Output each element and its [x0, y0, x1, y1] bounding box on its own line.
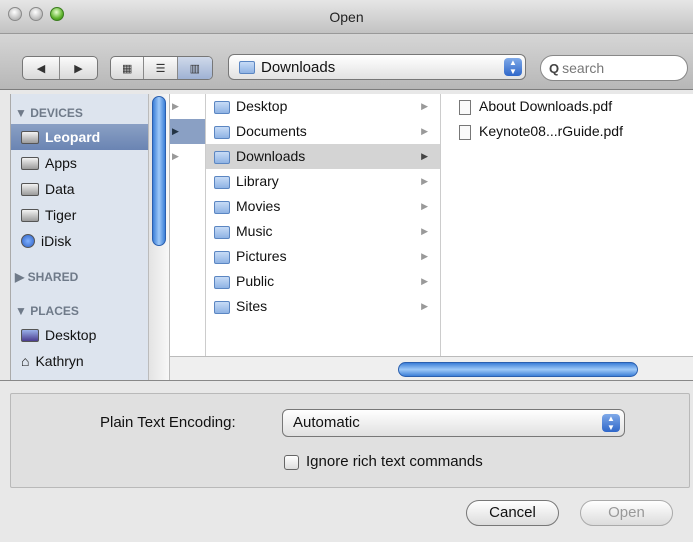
folder-row-documents[interactable]: Documents ▶	[206, 119, 440, 144]
folder-row-desktop[interactable]: Desktop ▶	[206, 94, 440, 119]
folder-row-downloads[interactable]: Downloads ▶	[206, 144, 440, 169]
sidebar-item-data[interactable]: Data	[11, 176, 153, 202]
folder-row-pictures[interactable]: Pictures ▶	[206, 244, 440, 269]
open-button[interactable]: Open	[580, 500, 673, 526]
chevron-right-icon: ▶	[172, 126, 179, 136]
hard-drive-icon	[21, 130, 39, 144]
icon-view-button[interactable]: ▦	[111, 57, 145, 79]
ignore-rich-text-label[interactable]: Ignore rich text commands	[306, 453, 483, 470]
root-column: ▶ ▶ ▶	[170, 94, 206, 356]
back-forward-control: ◀ ▶	[22, 56, 98, 80]
sidebar-item-leopard[interactable]: Leopard	[11, 124, 153, 150]
folder-row-movies[interactable]: Movies ▶	[206, 194, 440, 219]
downloads-column: About Downloads.pdf Keynote08...rGuide.p…	[441, 94, 693, 356]
chevron-right-icon: ▶	[421, 126, 428, 136]
folder-row-music[interactable]: Music ▶	[206, 219, 440, 244]
shared-header[interactable]: ▶ SHARED	[11, 266, 153, 288]
encoding-popup[interactable]: Automatic ▲ ▼	[282, 409, 625, 437]
folder-icon	[214, 100, 230, 114]
sidebar: ▼ DEVICES Leopard Apps Data Tiger iDisk …	[10, 94, 153, 380]
downloads-folder-icon	[239, 60, 255, 74]
search-placeholder: search	[562, 60, 605, 76]
root-row[interactable]: ▶	[170, 94, 205, 119]
root-row[interactable]: ▶	[170, 144, 205, 169]
folder-row-library[interactable]: Library ▶	[206, 169, 440, 194]
idisk-icon	[21, 234, 35, 248]
divider	[0, 380, 693, 381]
list-view-button[interactable]: ☰	[144, 57, 178, 79]
pdf-file-icon	[459, 124, 471, 140]
sidebar-scroll-thumb[interactable]	[152, 96, 166, 246]
cancel-button[interactable]: Cancel	[466, 500, 559, 526]
folder-row-sites[interactable]: Sites ▶	[206, 294, 440, 319]
encoding-value: Automatic	[293, 414, 360, 431]
hard-drive-icon	[21, 208, 39, 222]
open-dialog: Open ◀ ▶ ▦ ☰ ▥ Downloads ▲ ▼ Q search ▼ D…	[0, 0, 693, 542]
folder-icon	[214, 150, 230, 164]
chevron-right-icon: ▶	[421, 151, 428, 161]
column-view-button[interactable]: ▥	[177, 57, 212, 79]
popup-arrows-icon: ▲ ▼	[602, 414, 620, 432]
location-popup[interactable]: Downloads ▲ ▼	[228, 54, 526, 80]
folder-icon	[214, 225, 230, 239]
location-label: Downloads	[261, 58, 336, 76]
sidebar-item-tiger[interactable]: Tiger	[11, 202, 153, 228]
folder-icon	[214, 125, 230, 139]
chevron-right-icon: ▶	[421, 201, 428, 211]
ignore-rich-text-checkbox[interactable]	[284, 455, 299, 470]
chevron-right-icon: ▶	[421, 251, 428, 261]
chevron-right-icon: ▶	[421, 176, 428, 186]
root-row-selected[interactable]: ▶	[170, 119, 205, 144]
popup-arrows-icon: ▲ ▼	[504, 58, 522, 76]
folder-row-public[interactable]: Public ▶	[206, 269, 440, 294]
chevron-right-icon: ▶	[421, 276, 428, 286]
sidebar-item-kathryn[interactable]: ⌂ Kathryn	[11, 348, 153, 374]
home-column: Desktop ▶ Documents ▶ Downloads ▶ Library ▶ …	[206, 94, 441, 356]
horizontal-scroll-thumb[interactable]	[398, 362, 638, 377]
file-row-about-downloads[interactable]: About Downloads.pdf	[441, 94, 693, 119]
folder-icon	[214, 175, 230, 189]
options-panel	[10, 393, 690, 488]
folder-icon	[214, 275, 230, 289]
sidebar-item-desktop[interactable]: Desktop	[11, 322, 153, 348]
window-title: Open	[329, 9, 364, 25]
folder-icon	[214, 250, 230, 264]
title-bar: Open	[0, 0, 693, 34]
file-row-keynote-guide[interactable]: Keynote08...rGuide.pdf	[441, 119, 693, 144]
encoding-label: Plain Text Encoding:	[100, 414, 236, 431]
places-header[interactable]: ▼ PLACES	[11, 300, 153, 322]
chevron-right-icon: ▶	[421, 101, 428, 111]
search-field[interactable]: Q search	[540, 55, 688, 81]
desktop-icon	[21, 328, 39, 342]
chevron-right-icon: ▶	[421, 226, 428, 236]
chevron-right-icon: ▶	[421, 301, 428, 311]
toolbar: ◀ ▶ ▦ ☰ ▥ Downloads ▲ ▼ Q search	[0, 34, 693, 90]
folder-icon	[214, 300, 230, 314]
home-icon: ⌂	[21, 353, 30, 369]
chevron-right-icon: ▶	[172, 101, 179, 111]
hard-drive-icon	[21, 156, 39, 170]
search-icon: Q	[549, 60, 560, 76]
sidebar-item-idisk[interactable]: iDisk	[11, 228, 153, 254]
back-button[interactable]: ◀	[23, 57, 61, 79]
sidebar-item-apps[interactable]: Apps	[11, 150, 153, 176]
pdf-file-icon	[459, 99, 471, 115]
hard-drive-icon	[21, 182, 39, 196]
chevron-right-icon: ▶	[172, 151, 179, 161]
forward-button[interactable]: ▶	[60, 57, 97, 79]
view-mode-control: ▦ ☰ ▥	[110, 56, 213, 80]
folder-icon	[214, 200, 230, 214]
devices-header[interactable]: ▼ DEVICES	[11, 102, 153, 124]
